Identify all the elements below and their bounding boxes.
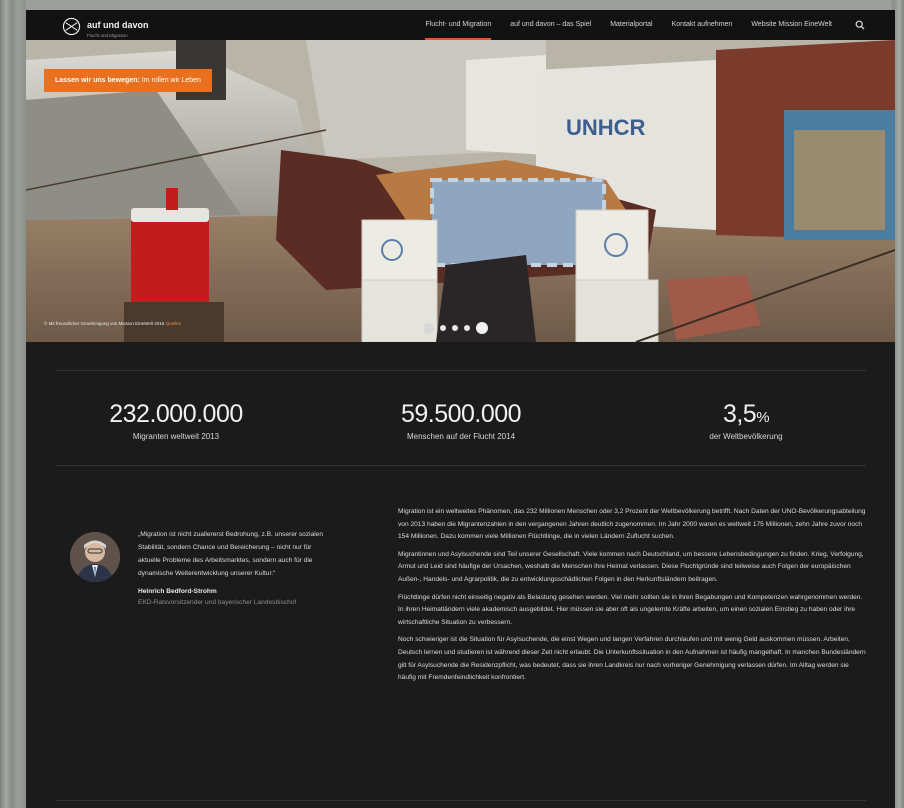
stat-value: 232.000.000 xyxy=(46,400,306,432)
divider-bottom xyxy=(56,465,866,466)
image-credit-text: © Mit freundlicher Genehmigung von Missi… xyxy=(44,321,165,326)
article-text: Migration ist ein weltweites Phänomen, d… xyxy=(398,506,868,690)
slider-dots xyxy=(423,322,488,334)
slider-dot-4[interactable] xyxy=(464,325,470,331)
slider-dot-2[interactable] xyxy=(440,325,446,331)
divider-footer xyxy=(56,800,866,801)
divider-top xyxy=(56,370,866,371)
image-credit-link[interactable]: Quellen xyxy=(166,321,182,326)
slider-dot-3[interactable] xyxy=(452,325,458,331)
hero-cta-rest: Im rollen wir Leben xyxy=(141,77,201,84)
svg-text:UNHCR: UNHCR xyxy=(566,115,646,140)
stat-number: 232.000.000 xyxy=(109,400,243,428)
quote-text: „Migration ist nicht zuallererst Bedrohu… xyxy=(138,531,324,577)
stat-weltbevoelkerung: 3,5% der Weltbevölkerung xyxy=(616,400,876,442)
stat-number: 59.500.000 xyxy=(400,400,522,428)
article-paragraph: Migration ist ein weltweites Phänomen, d… xyxy=(398,508,866,541)
menu-item-kontakt[interactable]: Kontakt aufnehmen xyxy=(672,10,733,40)
logo-wordmark: auf und davon Flucht und Migration xyxy=(87,15,149,39)
stat-number: 3,5 xyxy=(722,400,757,428)
logo-text: auf und davon xyxy=(87,20,149,30)
article-paragraph: Flüchtlinge dürfen nicht einseitig negat… xyxy=(398,593,863,626)
menu-item-mission-einewelt[interactable]: Website Mission EineWelt xyxy=(751,10,832,40)
website-page: auf und davon Flucht und Migration Fluch… xyxy=(26,10,895,808)
top-navigation: auf und davon Flucht und Migration Fluch… xyxy=(26,10,895,40)
globe-logo-icon xyxy=(62,17,81,36)
article-paragraph: Noch schwieriger ist die Situation für A… xyxy=(398,636,866,682)
avatar xyxy=(70,532,120,582)
slider-dot-5[interactable] xyxy=(476,322,488,334)
stat-flucht: 59.500.000 Menschen auf der Flucht 2014 xyxy=(331,400,591,442)
site-logo[interactable]: auf und davon Flucht und Migration xyxy=(62,15,149,38)
stat-label: Migranten weltweit 2013 xyxy=(132,432,220,441)
hero-slider: UNHCR Lassen wir uns bewegen: Im rollen … xyxy=(26,40,895,342)
stat-unit: % xyxy=(756,409,770,426)
stat-label: Menschen auf der Flucht 2014 xyxy=(406,432,516,441)
menu-item-flucht-migration[interactable]: Flucht- und Migration xyxy=(425,10,491,40)
menu-item-materialportal[interactable]: Materialportal xyxy=(610,10,652,40)
slider-dot-1[interactable] xyxy=(423,322,434,334)
hero-cta-lead: Lassen wir uns bewegen: xyxy=(55,77,140,84)
main-menu: Flucht- und Migration auf und davon – da… xyxy=(425,10,865,40)
portrait-image xyxy=(70,532,120,582)
stat-value: 3,5% xyxy=(616,400,876,432)
stat-value: 59.500.000 xyxy=(331,400,591,432)
search-icon[interactable] xyxy=(855,20,865,30)
stat-migranten: 232.000.000 Migranten weltweit 2013 xyxy=(46,400,306,442)
quote-author: Heinrich Bedford-Strohm xyxy=(138,588,217,595)
image-credit: © Mit freundlicher Genehmigung von Missi… xyxy=(44,321,181,326)
menu-item-spiel[interactable]: auf und davon – das Spiel xyxy=(510,10,591,40)
logo-subtitle: Flucht und Migration xyxy=(87,33,128,38)
stat-label: der Weltbevölkerung xyxy=(709,432,783,441)
article-paragraph: Migrantinnen und Asylsuchende sind Teil … xyxy=(398,550,864,583)
quote-author-role: EKD-Ratsvorsitzender und bayerischer Lan… xyxy=(138,599,297,606)
quote-block: „Migration ist nicht zuallererst Bedrohu… xyxy=(138,528,334,608)
hero-cta-button[interactable]: Lassen wir uns bewegen: Im rollen wir Le… xyxy=(44,69,212,92)
